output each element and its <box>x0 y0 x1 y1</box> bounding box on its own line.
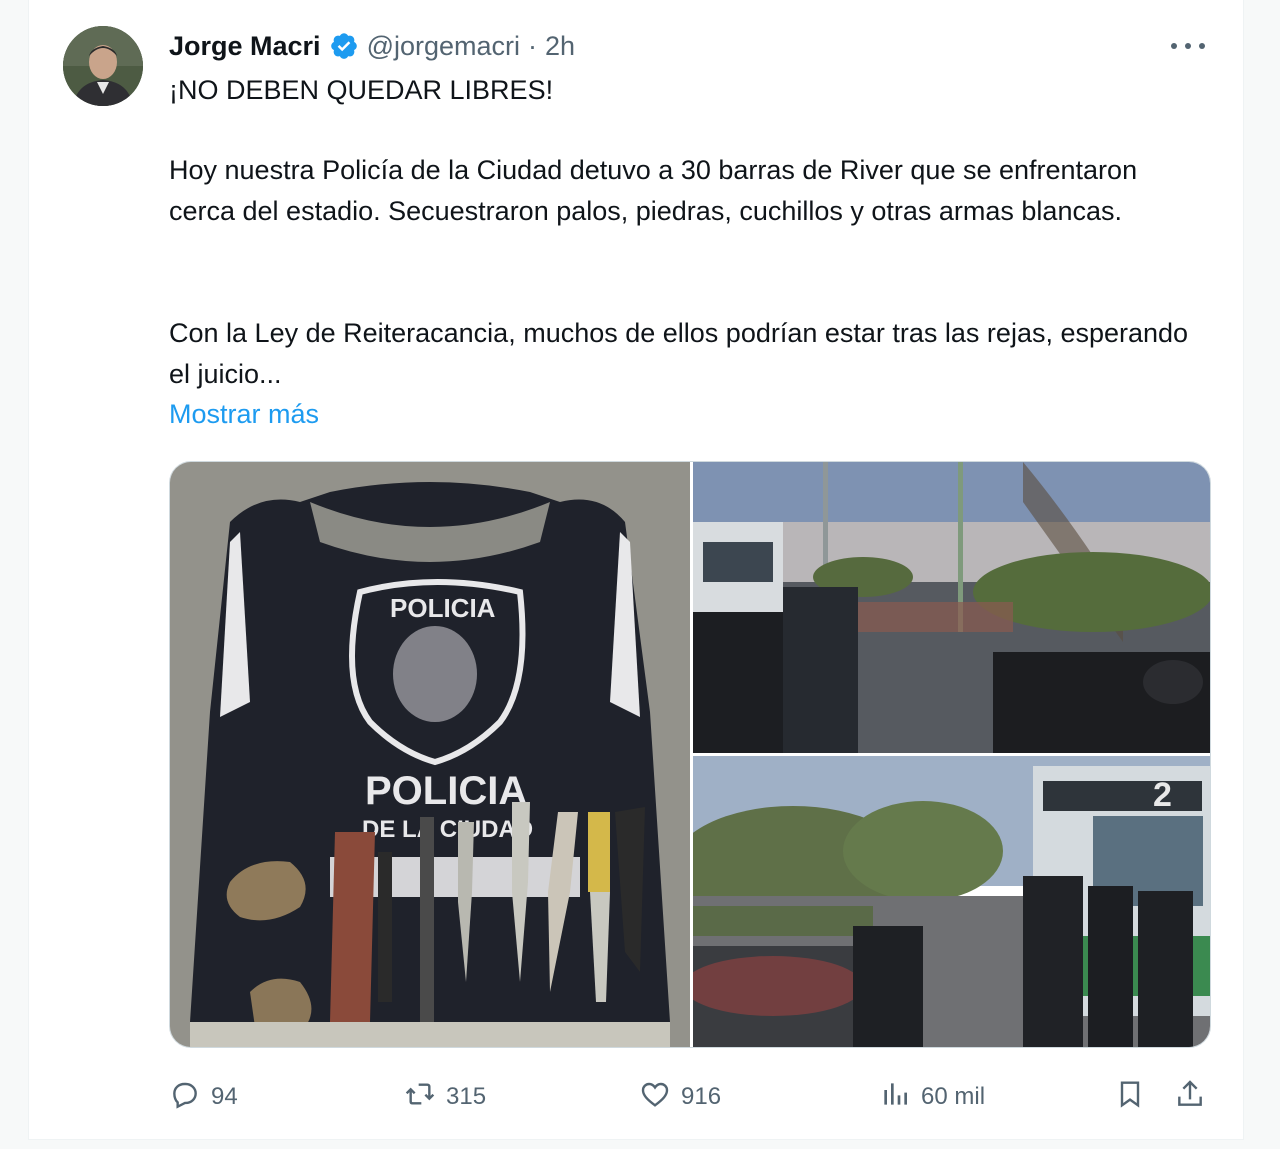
retweet-icon <box>404 1078 436 1117</box>
retweet-count: 315 <box>446 1083 487 1110</box>
media-photo-vest[interactable]: POLICIA POLICIA DE LA CIUDAD <box>170 462 690 1047</box>
media-grid: POLICIA POLICIA DE LA CIUDAD 2 <box>169 461 1211 1048</box>
share-button[interactable] <box>1174 1075 1206 1119</box>
like-count: 916 <box>681 1083 722 1110</box>
tweet-text-line1: ¡NO DEBEN QUEDAR LIBRES! <box>169 75 554 105</box>
views-button[interactable]: 60 mil <box>879 1075 985 1119</box>
tweet-header: Jorge Macri @jorgemacri · 2h <box>169 28 575 64</box>
media-photo-detainees-bus[interactable]: 2 <box>673 756 1210 1047</box>
tweet-text-paragraph3: Con la Ley de Reiteracancia, muchos de e… <box>169 318 1189 389</box>
vest-sublabel: DE LA CIUDAD <box>362 816 533 843</box>
show-more-link[interactable]: Mostrar más <box>169 394 319 435</box>
bookmark-icon <box>1114 1078 1146 1117</box>
bus-route-number: 2 <box>1153 776 1172 814</box>
vest-badge-text: POLICIA <box>390 593 496 623</box>
tweet-text-paragraph2: Hoy nuestra Policía de la Ciudad detuvo … <box>169 155 1138 226</box>
avatar[interactable] <box>63 26 143 106</box>
verified-badge-icon <box>329 31 359 61</box>
media-photo-detainees-road[interactable] <box>693 462 1210 753</box>
tweet-card[interactable]: Jorge Macri @jorgemacri · 2h ¡NO DEBEN Q… <box>28 0 1244 1140</box>
reply-count: 94 <box>211 1083 238 1110</box>
bookmark-button[interactable] <box>1114 1075 1146 1119</box>
author-handle[interactable]: @jorgemacri <box>367 31 520 62</box>
reply-icon <box>169 1078 201 1117</box>
like-button[interactable]: 916 <box>639 1075 721 1119</box>
reply-button[interactable]: 94 <box>169 1075 238 1119</box>
retweet-button[interactable]: 315 <box>404 1075 486 1119</box>
vest-label: POLICIA <box>365 769 527 813</box>
views-count: 60 mil <box>921 1083 986 1110</box>
author-name[interactable]: Jorge Macri <box>169 31 321 62</box>
separator-dot: · <box>528 30 538 61</box>
views-icon <box>879 1078 911 1117</box>
share-icon <box>1174 1078 1206 1117</box>
like-icon <box>639 1078 671 1117</box>
more-icon[interactable] <box>1171 34 1205 58</box>
tweet-actions: 94 315 916 60 mil <box>169 1075 1215 1119</box>
timestamp[interactable]: 2h <box>545 31 575 62</box>
